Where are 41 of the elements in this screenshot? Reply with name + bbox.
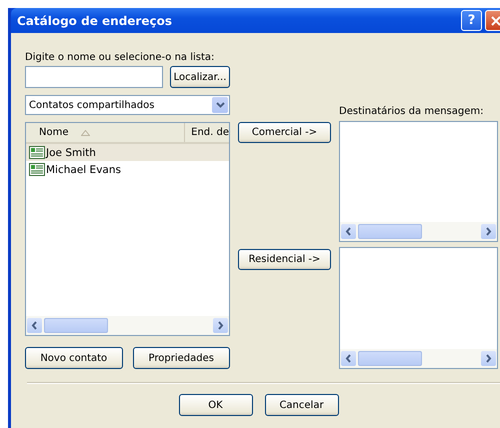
scroll-left-button[interactable] — [341, 351, 356, 366]
horizontal-scrollbar[interactable] — [26, 316, 229, 335]
chevron-left-icon — [345, 354, 352, 363]
column-header[interactable]: End. de — [184, 123, 229, 142]
contact-row[interactable]: Joe Smith — [26, 144, 229, 161]
scroll-thumb[interactable] — [358, 351, 422, 366]
contact-action-button[interactable]: Propriedades — [132, 347, 230, 369]
scroll-thumb[interactable] — [358, 224, 422, 239]
folder-dropdown[interactable]: Contatos compartilhados — [25, 95, 230, 115]
scroll-left-button[interactable] — [27, 318, 42, 333]
dialog-button[interactable]: Cancelar — [264, 394, 338, 416]
find-button[interactable]: Localizar... — [170, 66, 230, 88]
add-recipient-button[interactable]: Comercial -> — [238, 122, 331, 143]
chevron-left-icon — [31, 321, 38, 330]
column-header[interactable]: Nome — [26, 123, 184, 142]
contact-action-button[interactable]: Novo contato — [25, 347, 122, 369]
chevron-left-icon — [345, 227, 352, 236]
chevron-right-icon — [217, 321, 224, 330]
chevron-right-icon — [485, 227, 492, 236]
scroll-right-button[interactable] — [481, 224, 496, 239]
close-button[interactable] — [485, 10, 500, 31]
horizontal-scrollbar[interactable] — [340, 222, 497, 241]
search-label: Digite o nome ou selecione-o na lista: — [25, 51, 216, 64]
scroll-right-button[interactable] — [481, 351, 496, 366]
dialog-button[interactable]: OK — [178, 394, 252, 416]
chevron-right-icon — [485, 354, 492, 363]
contact-card-icon — [29, 146, 45, 159]
contact-card-icon — [29, 163, 45, 176]
scroll-thumb[interactable] — [44, 318, 108, 333]
name-search-field[interactable] — [25, 66, 163, 88]
horizontal-scrollbar[interactable] — [340, 349, 497, 368]
dropdown-arrow-button[interactable] — [212, 97, 228, 113]
window-title: Catálogo de endereços — [17, 14, 172, 28]
chevron-down-icon — [216, 102, 224, 108]
contact-row[interactable]: Michael Evans — [26, 161, 229, 178]
scroll-left-button[interactable] — [341, 224, 356, 239]
close-icon — [490, 16, 500, 26]
add-recipient-button[interactable]: Residencial -> — [238, 249, 331, 270]
scroll-right-button[interactable] — [213, 318, 228, 333]
recipients-label: Destinatários da mensagem: — [339, 105, 485, 118]
help-button[interactable]: ? — [461, 10, 482, 31]
